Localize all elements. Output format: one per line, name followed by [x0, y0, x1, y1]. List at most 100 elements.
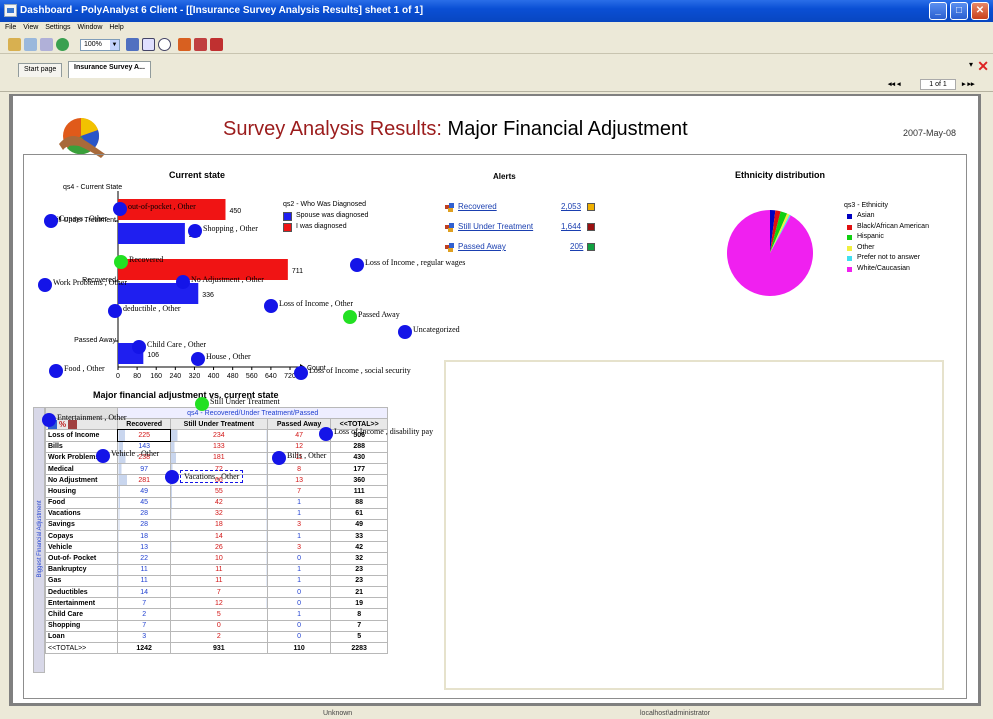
item-node[interactable]	[132, 340, 146, 354]
alert-label[interactable]: Still Under Treatment	[458, 222, 533, 231]
table-cell[interactable]: 61	[330, 507, 388, 520]
table-cell[interactable]: 3	[266, 541, 332, 554]
table-row[interactable]: Vehicle 13 26 3 42	[44, 541, 388, 554]
zoom-icon[interactable]	[142, 38, 155, 51]
export-icon[interactable]	[178, 38, 191, 51]
zoom-select[interactable]: 100% ▼	[80, 39, 120, 51]
table-cell[interactable]: 225	[116, 428, 172, 443]
table-cell[interactable]: 32	[330, 552, 388, 565]
table-cell[interactable]: 13	[117, 541, 171, 554]
table-cell[interactable]: 1	[266, 574, 332, 588]
table-row[interactable]: Bankruptcy 11 11 1 23	[44, 563, 388, 576]
table-cell[interactable]: 7	[117, 619, 171, 632]
item-node[interactable]	[350, 258, 364, 272]
link-network[interactable]: Recovered Still Under Treatment Passed Awa…	[38, 202, 944, 690]
table-row[interactable]: Gas 11 11 1 23	[44, 574, 388, 588]
table-row[interactable]: Entertainment 7 12 0 19	[44, 597, 388, 610]
table-cell[interactable]: 2	[117, 608, 171, 621]
table-row[interactable]: Shopping 7 0 0 7	[44, 619, 388, 632]
table-cell[interactable]: 234	[169, 429, 268, 442]
item-node[interactable]	[294, 366, 308, 380]
alert-settings-icon[interactable]	[210, 38, 223, 51]
table-cell[interactable]: 2283	[330, 641, 388, 655]
item-node[interactable]	[272, 451, 286, 465]
table-cell[interactable]: 177	[330, 462, 388, 476]
table-cell[interactable]: 33	[330, 530, 388, 543]
prev-page-button[interactable]: ◂◂ ◂	[888, 80, 901, 88]
table-cell[interactable]: 7	[266, 485, 332, 498]
table-row[interactable]: Deductibles 14 7 0 21	[44, 585, 388, 599]
item-node[interactable]	[264, 299, 278, 313]
table-cell[interactable]: 1	[266, 496, 332, 509]
item-node[interactable]	[108, 304, 122, 318]
item-node[interactable]	[319, 427, 333, 441]
item-node[interactable]	[398, 325, 412, 339]
table-cell[interactable]: 111	[330, 485, 388, 498]
table-cell[interactable]: 2	[169, 630, 268, 643]
table-cell[interactable]: 1	[266, 563, 332, 576]
close-button[interactable]: ✕	[971, 2, 989, 20]
table-cell[interactable]: 13	[266, 474, 332, 487]
table-cell[interactable]: 1242	[117, 641, 171, 655]
alert-label[interactable]: Passed Away	[458, 242, 506, 251]
alert-value[interactable]: 1,644	[561, 222, 581, 231]
table-cell[interactable]: 23	[330, 563, 388, 576]
item-node[interactable]	[44, 214, 58, 228]
table-cell[interactable]: 19	[330, 597, 388, 610]
table-cell[interactable]: 7	[330, 619, 388, 632]
table-cell[interactable]: 11	[117, 574, 171, 588]
preview-icon[interactable]	[40, 38, 53, 51]
table-cell[interactable]: 49	[330, 518, 388, 532]
table-cell[interactable]: 88	[330, 496, 388, 509]
item-node[interactable]	[176, 275, 190, 289]
table-cell[interactable]: 8	[330, 608, 388, 621]
table-cell[interactable]: 18	[117, 530, 171, 543]
item-node[interactable]	[191, 352, 205, 366]
tab-menu-icon[interactable]: ▾	[969, 60, 973, 69]
table-cell[interactable]: 1	[266, 608, 332, 621]
table-row[interactable]: Housing 49 55 7 111	[44, 485, 388, 498]
menu-settings[interactable]: Settings	[45, 24, 70, 31]
table-cell[interactable]: 0	[266, 630, 332, 643]
state-node[interactable]	[114, 255, 128, 269]
table-cell[interactable]: 23	[330, 574, 388, 588]
state-node[interactable]	[195, 397, 209, 411]
table-cell[interactable]: 55	[169, 485, 268, 498]
open-icon[interactable]	[8, 38, 21, 51]
table-cell[interactable]: 3	[117, 630, 171, 643]
table-cell[interactable]: 97	[117, 462, 171, 476]
table-cell[interactable]: 11	[169, 574, 268, 588]
table-cell[interactable]: 430	[330, 451, 388, 464]
tab-start-page[interactable]: Start page	[18, 63, 63, 77]
table-cell[interactable]: 0	[169, 619, 268, 632]
table-cell[interactable]: 26	[169, 541, 268, 554]
table-cell[interactable]: 0	[266, 552, 332, 565]
table-cell[interactable]: 7	[169, 585, 268, 599]
item-node[interactable]	[165, 470, 179, 484]
table-cell[interactable]: 42	[330, 541, 388, 554]
table-cell[interactable]: 133	[169, 440, 268, 453]
item-node[interactable]	[113, 202, 127, 216]
fit-page-icon[interactable]	[126, 38, 139, 51]
table-cell[interactable]: 10	[169, 552, 268, 565]
maximize-button[interactable]: □	[950, 2, 968, 20]
item-node[interactable]	[188, 224, 202, 238]
refresh-icon[interactable]	[56, 38, 69, 51]
table-cell[interactable]: 14	[117, 585, 171, 599]
menu-file[interactable]: File	[5, 24, 16, 31]
table-cell[interactable]: 32	[169, 507, 268, 520]
table-cell[interactable]: 0	[266, 585, 332, 599]
title-bar[interactable]: Dashboard - PolyAnalyst 6 Client - [[Ins…	[0, 0, 993, 22]
menu-help[interactable]: Help	[109, 24, 123, 31]
print-icon[interactable]	[24, 38, 37, 51]
table-cell[interactable]: 11	[169, 563, 268, 576]
table-cell[interactable]: 49	[117, 485, 171, 498]
menu-view[interactable]: View	[23, 24, 38, 31]
table-cell[interactable]: 8	[266, 462, 332, 476]
table-row[interactable]: Copays 18 14 1 33	[44, 530, 388, 543]
table-cell[interactable]: 28	[117, 507, 171, 520]
column-header[interactable]: Still Under Treatment	[169, 418, 268, 431]
close-tab-icon[interactable]: ✕	[977, 58, 989, 75]
table-cell[interactable]: 42	[169, 496, 268, 509]
table-cell[interactable]: 14	[169, 530, 268, 543]
